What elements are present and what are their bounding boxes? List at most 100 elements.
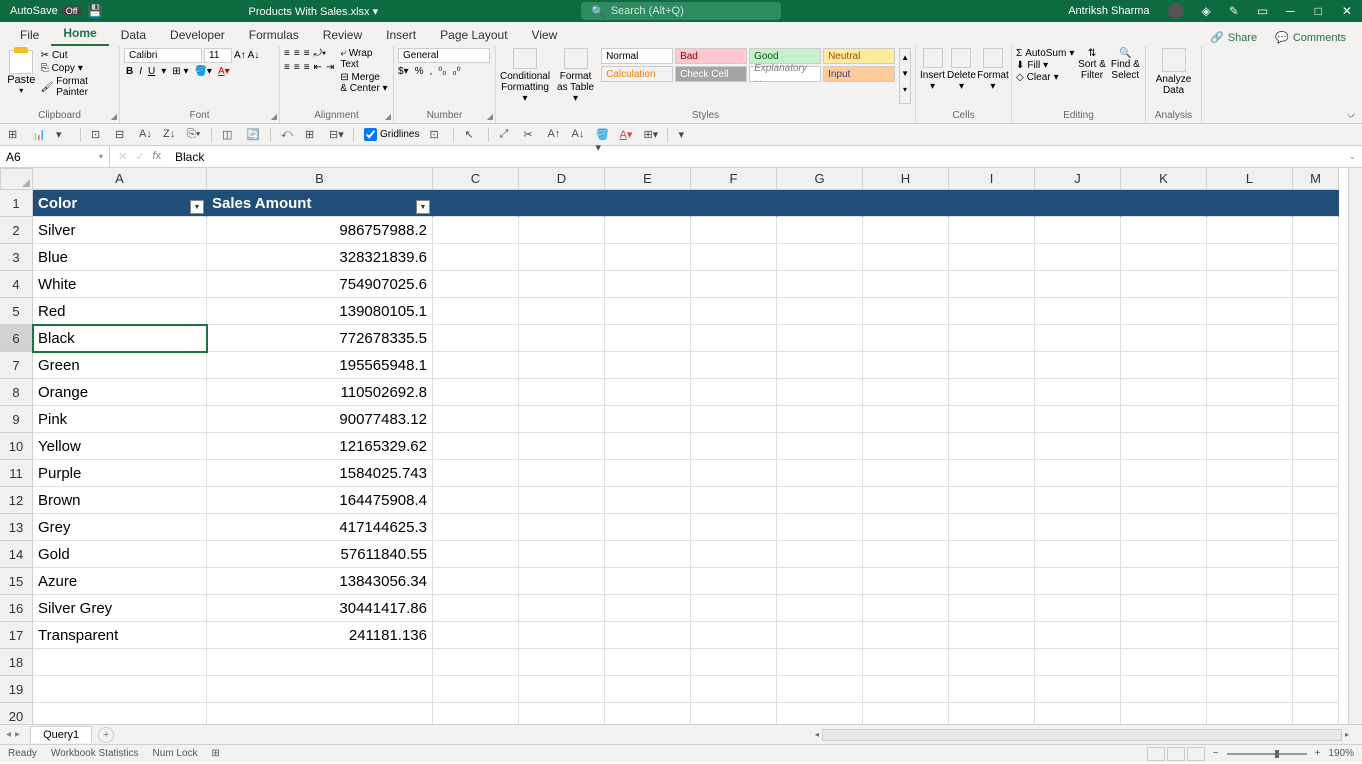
cell-K7[interactable] (1121, 352, 1207, 379)
style-check-cell[interactable]: Check Cell (675, 66, 747, 82)
cell-K20[interactable] (1121, 703, 1207, 724)
cell-D16[interactable] (519, 595, 605, 622)
cell-K16[interactable] (1121, 595, 1207, 622)
cell-L18[interactable] (1207, 649, 1293, 676)
paste-button[interactable]: Paste ▾ (4, 48, 39, 104)
cell-G18[interactable] (777, 649, 863, 676)
cell-G17[interactable] (777, 622, 863, 649)
cell-E19[interactable] (605, 676, 691, 703)
cell-K18[interactable] (1121, 649, 1207, 676)
cell-E11[interactable] (605, 460, 691, 487)
cell-I20[interactable] (949, 703, 1035, 724)
cell-L4[interactable] (1207, 271, 1293, 298)
cell-M20[interactable] (1293, 703, 1339, 724)
cell-F6[interactable] (691, 325, 777, 352)
cell-J18[interactable] (1035, 649, 1121, 676)
cell-K3[interactable] (1121, 244, 1207, 271)
column-header-K[interactable]: K (1121, 168, 1207, 190)
close-button[interactable]: ✕ (1342, 4, 1352, 18)
cell-B13[interactable]: 417144625.3 (207, 514, 433, 541)
cell-H12[interactable] (863, 487, 949, 514)
cell-A16[interactable]: Silver Grey (33, 595, 207, 622)
style-normal[interactable]: Normal (601, 48, 673, 64)
cell-L8[interactable] (1207, 379, 1293, 406)
sort-asc-icon[interactable]: A↓ (139, 128, 153, 142)
qa-icon-21[interactable]: ▾ (678, 128, 692, 142)
qa-icon-4[interactable]: ⊡ (91, 128, 105, 142)
column-header-L[interactable]: L (1207, 168, 1293, 190)
cell-B20[interactable] (207, 703, 433, 724)
indent-inc-icon[interactable]: ⇥ (326, 62, 334, 73)
cell-F3[interactable] (691, 244, 777, 271)
cell-I2[interactable] (949, 217, 1035, 244)
qa-icon-17[interactable]: A↓ (571, 128, 585, 142)
cell-J9[interactable] (1035, 406, 1121, 433)
cell-F12[interactable] (691, 487, 777, 514)
row-header-3[interactable]: 3 (0, 244, 33, 271)
sort-filter-button[interactable]: ⇅Sort & Filter (1076, 48, 1107, 104)
cell-K8[interactable] (1121, 379, 1207, 406)
column-header-I[interactable]: I (949, 168, 1035, 190)
row-header-8[interactable]: 8 (0, 379, 33, 406)
cell-L10[interactable] (1207, 433, 1293, 460)
cell-K5[interactable] (1121, 298, 1207, 325)
cell-F4[interactable] (691, 271, 777, 298)
cell-H11[interactable] (863, 460, 949, 487)
cell-E18[interactable] (605, 649, 691, 676)
hscroll-left[interactable]: ◂ (812, 729, 822, 741)
cell-C5[interactable] (433, 298, 519, 325)
cell-J4[interactable] (1035, 271, 1121, 298)
cell-A7[interactable]: Green (33, 352, 207, 379)
cell-B3[interactable]: 328321839.6 (207, 244, 433, 271)
menu-formulas[interactable]: Formulas (237, 24, 311, 46)
cell-H18[interactable] (863, 649, 949, 676)
cell-B14[interactable]: 57611840.55 (207, 541, 433, 568)
row-header-11[interactable]: 11 (0, 460, 33, 487)
wrap-text-button[interactable]: ⤶ Wrap Text (340, 48, 389, 70)
cell-B17[interactable]: 241181.136 (207, 622, 433, 649)
cell-C4[interactable] (433, 271, 519, 298)
cell-J13[interactable] (1035, 514, 1121, 541)
cell-I10[interactable] (949, 433, 1035, 460)
cell-M14[interactable] (1293, 541, 1339, 568)
cell-B4[interactable]: 754907025.6 (207, 271, 433, 298)
column-header-G[interactable]: G (777, 168, 863, 190)
cell-G10[interactable] (777, 433, 863, 460)
cell-F15[interactable] (691, 568, 777, 595)
cell-H6[interactable] (863, 325, 949, 352)
alignment-launcher[interactable]: ◢ (385, 112, 391, 121)
cell-K4[interactable] (1121, 271, 1207, 298)
hscroll-right[interactable]: ▸ (1342, 729, 1352, 741)
select-all-button[interactable] (0, 168, 33, 190)
qa-icon-9[interactable]: ⤺ (281, 128, 295, 142)
cell-K15[interactable] (1121, 568, 1207, 595)
cell-J1[interactable] (1035, 190, 1121, 217)
cell-G3[interactable] (777, 244, 863, 271)
cell-L3[interactable] (1207, 244, 1293, 271)
qa-icon-15[interactable]: ✂ (523, 128, 537, 142)
cell-A2[interactable]: Silver (33, 217, 207, 244)
number-launcher[interactable]: ◢ (487, 112, 493, 121)
decrease-font-icon[interactable]: A↓ (248, 50, 260, 61)
cell-L20[interactable] (1207, 703, 1293, 724)
cell-G5[interactable] (777, 298, 863, 325)
zoom-in-button[interactable]: + (1315, 748, 1321, 759)
row-header-4[interactable]: 4 (0, 271, 33, 298)
add-sheet-button[interactable]: + (98, 727, 114, 743)
cell-D17[interactable] (519, 622, 605, 649)
qa-icon-13[interactable]: ↖ (464, 128, 478, 142)
cell-F19[interactable] (691, 676, 777, 703)
column-header-M[interactable]: M (1293, 168, 1339, 190)
cell-E12[interactable] (605, 487, 691, 514)
qa-icon-3[interactable]: ▾ (56, 128, 70, 142)
cell-A4[interactable]: White (33, 271, 207, 298)
cell-H3[interactable] (863, 244, 949, 271)
cell-F13[interactable] (691, 514, 777, 541)
row-header-5[interactable]: 5 (0, 298, 33, 325)
cell-I9[interactable] (949, 406, 1035, 433)
cell-M15[interactable] (1293, 568, 1339, 595)
cell-D12[interactable] (519, 487, 605, 514)
cell-I11[interactable] (949, 460, 1035, 487)
row-header-2[interactable]: 2 (0, 217, 33, 244)
cell-J11[interactable] (1035, 460, 1121, 487)
